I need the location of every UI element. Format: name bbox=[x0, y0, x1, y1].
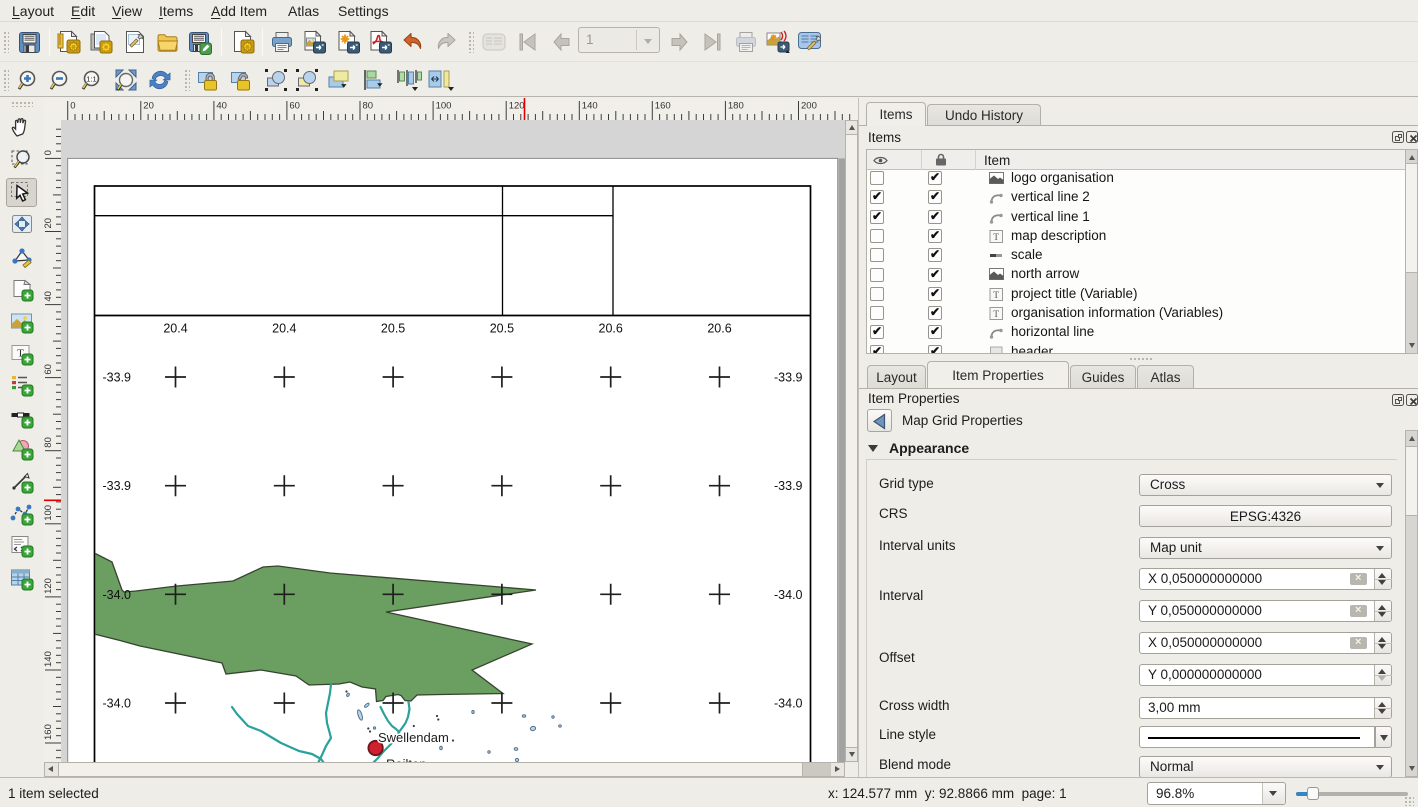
svg-text:100: 100 bbox=[436, 101, 452, 112]
svg-text:T: T bbox=[993, 310, 999, 320]
svg-text:1:1: 1:1 bbox=[86, 75, 96, 84]
svg-text:T: T bbox=[993, 233, 999, 243]
svg-text:20: 20 bbox=[143, 101, 154, 112]
svg-text:20.6: 20.6 bbox=[599, 322, 623, 336]
svg-text:60: 60 bbox=[289, 101, 300, 112]
svg-text:120: 120 bbox=[509, 101, 525, 112]
svg-text:-34.0: -34.0 bbox=[774, 588, 803, 602]
svg-text:80: 80 bbox=[44, 437, 54, 448]
svg-text:200: 200 bbox=[801, 101, 817, 112]
svg-text:100: 100 bbox=[44, 505, 54, 521]
svg-text:-34.0: -34.0 bbox=[774, 697, 803, 711]
svg-text:-33.9: -33.9 bbox=[103, 479, 132, 493]
svg-text:140: 140 bbox=[44, 651, 54, 667]
svg-text:20.6: 20.6 bbox=[707, 322, 731, 336]
svg-text:T: T bbox=[993, 291, 999, 301]
svg-text:20.4: 20.4 bbox=[163, 322, 187, 336]
svg-text:-33.9: -33.9 bbox=[774, 479, 803, 493]
svg-text:-33.9: -33.9 bbox=[774, 371, 803, 385]
svg-text:180: 180 bbox=[728, 101, 744, 112]
svg-text:60: 60 bbox=[44, 364, 54, 375]
svg-text:0: 0 bbox=[70, 101, 75, 112]
svg-text:20.5: 20.5 bbox=[490, 322, 514, 336]
svg-text:160: 160 bbox=[655, 101, 671, 112]
svg-text:80: 80 bbox=[363, 101, 374, 112]
svg-text:40: 40 bbox=[216, 101, 227, 112]
svg-text:-33.9: -33.9 bbox=[103, 371, 132, 385]
svg-text:140: 140 bbox=[582, 101, 598, 112]
svg-text:-34.0: -34.0 bbox=[103, 697, 132, 711]
svg-text:Swellendam: Swellendam bbox=[378, 730, 449, 745]
svg-text:20.4: 20.4 bbox=[272, 322, 296, 336]
svg-text:20.5: 20.5 bbox=[381, 322, 405, 336]
svg-text:-34.0: -34.0 bbox=[103, 588, 132, 602]
svg-text:0: 0 bbox=[44, 150, 54, 155]
svg-text:20: 20 bbox=[44, 218, 54, 229]
svg-text:40: 40 bbox=[44, 291, 54, 302]
svg-text:120: 120 bbox=[44, 578, 54, 594]
svg-text:160: 160 bbox=[44, 724, 54, 740]
